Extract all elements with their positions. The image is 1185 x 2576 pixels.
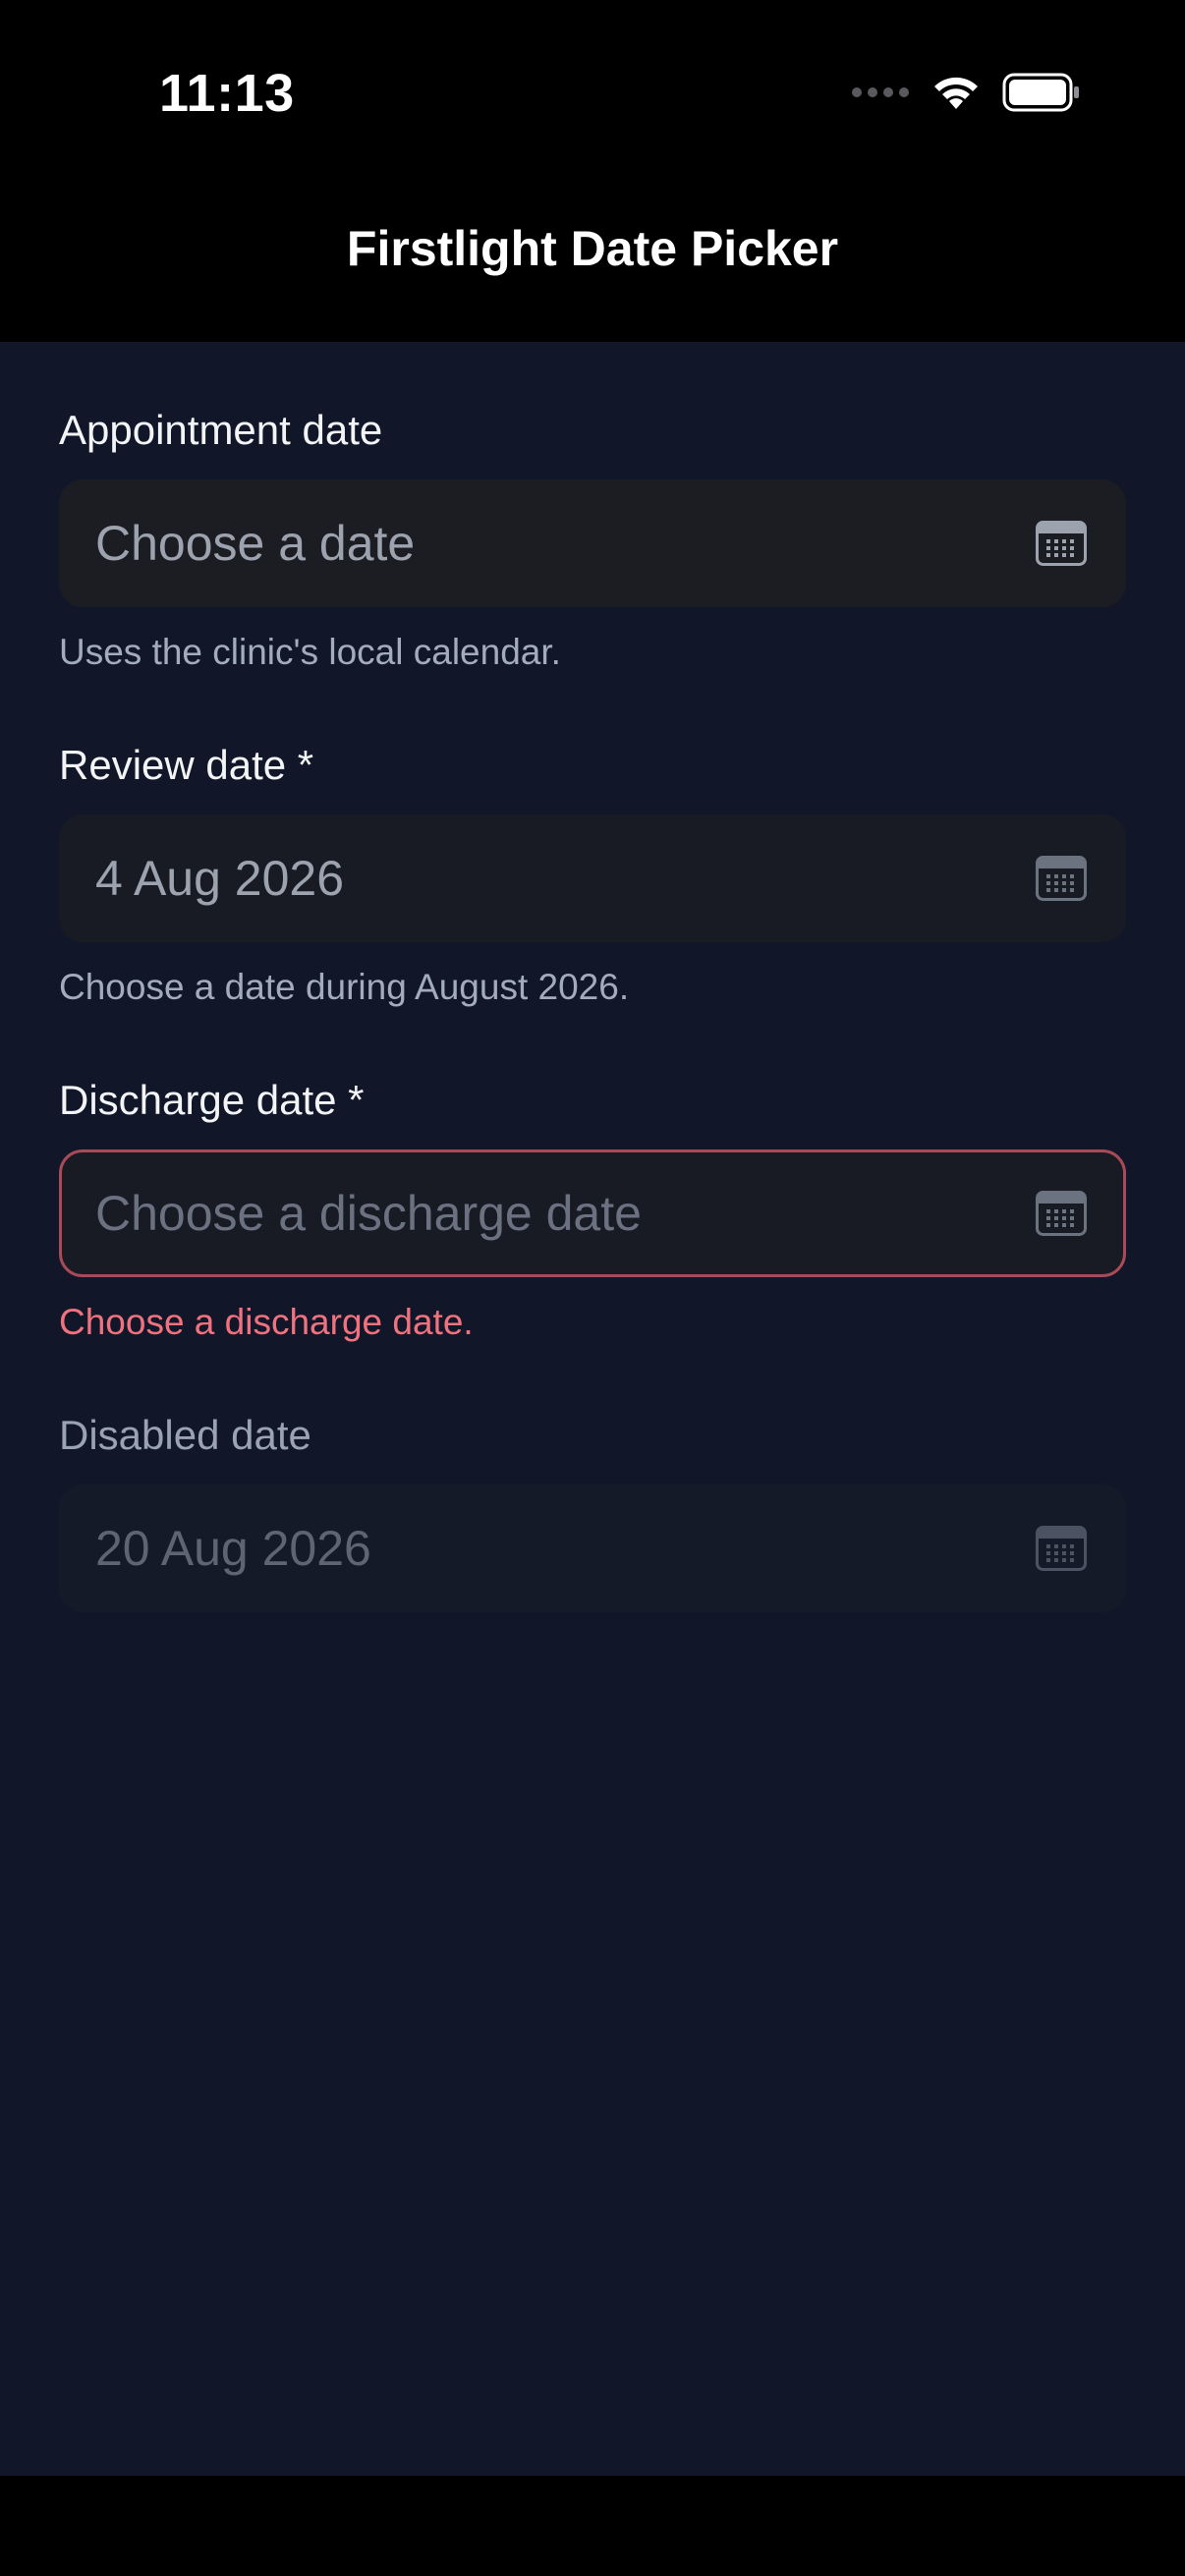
review-date-value: 4 Aug 2026 (95, 851, 345, 906)
review-date-input[interactable]: 4 Aug 2026 (59, 814, 1126, 942)
review-date-helper: Choose a date during August 2026. (59, 967, 630, 1007)
calendar-icon (1036, 1526, 1087, 1571)
nav-header: Firstlight Date Picker (0, 177, 1185, 342)
calendar-icon[interactable] (1036, 521, 1087, 566)
appointment-date-field: Appointment date Choose a date Uses the … (59, 401, 1126, 680)
signal-icon (852, 87, 909, 97)
home-indicator-area (0, 2476, 1185, 2576)
calendar-icon[interactable] (1036, 856, 1087, 901)
discharge-date-label: Discharge date * (59, 1077, 365, 1123)
page-title: Firstlight Date Picker (346, 221, 839, 276)
review-date-field: Review date * 4 Aug 2026 Choose a date d… (59, 736, 1126, 1015)
disabled-date-label: Disabled date (59, 1412, 311, 1458)
disabled-date-field: Disabled date 20 Aug 2026 (59, 1406, 1126, 1612)
appointment-date-helper: Uses the clinic's local calendar. (59, 632, 561, 672)
form-content: Appointment date Choose a date Uses the … (0, 342, 1185, 2476)
status-bar: 11:13 (0, 0, 1185, 177)
discharge-date-placeholder: Choose a discharge date (95, 1186, 642, 1241)
discharge-date-input[interactable]: Choose a discharge date (59, 1149, 1126, 1277)
discharge-date-field: Discharge date * Choose a discharge date… (59, 1071, 1126, 1350)
status-icons (851, 73, 1081, 112)
battery-icon (1002, 73, 1079, 112)
disabled-date-input: 20 Aug 2026 (59, 1484, 1126, 1612)
calendar-icon[interactable] (1036, 1191, 1087, 1236)
disabled-date-value: 20 Aug 2026 (95, 1521, 371, 1576)
discharge-date-error: Choose a discharge date. (59, 1302, 474, 1342)
app-screen: 11:13 Firstlight Date Picker Appointment… (0, 0, 1185, 2576)
appointment-date-label: Appointment date (59, 407, 383, 453)
review-date-label: Review date * (59, 742, 314, 788)
appointment-date-placeholder: Choose a date (95, 516, 416, 571)
status-time: 11:13 (159, 64, 295, 123)
appointment-date-input[interactable]: Choose a date (59, 479, 1126, 607)
wifi-icon (934, 77, 978, 109)
